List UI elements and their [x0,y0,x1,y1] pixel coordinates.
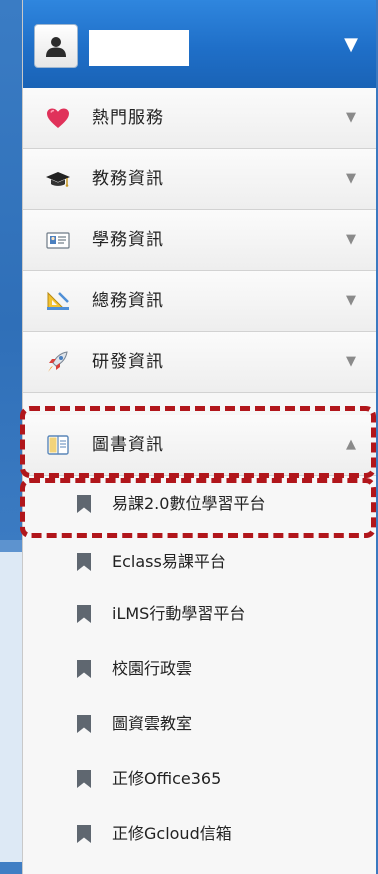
user-dropdown-caret-icon[interactable]: ▼ [344,36,358,54]
chevron-down-icon: ▼ [346,171,356,186]
menu-item-label: 研發資訊 [92,352,164,372]
menu-item-popular-services[interactable]: 熱門服務 ▼ [23,88,376,149]
menu-item-label: 總務資訊 [92,291,164,311]
bookmark-icon [76,714,92,734]
bookmark-icon [76,769,92,789]
highlight-library-menu [20,406,376,478]
submenu-item-label: 正修Gcloud信箱 [112,824,232,843]
submenu-item-label: iLMS行動學習平台 [112,604,246,623]
user-header[interactable]: ▼ [23,0,376,88]
menu-item-general-affairs[interactable]: 總務資訊 ▼ [23,271,376,332]
ruler-triangle-icon [45,289,71,313]
menu-item-student-affairs[interactable]: 學務資訊 ▼ [23,210,376,271]
background-page-left [0,0,22,540]
menu-item-research-development[interactable]: 研發資訊 ▼ [23,332,376,393]
graduation-cap-icon [45,167,71,191]
submenu-item-label: 校園行政雲 [112,659,193,678]
submenu-item-eclass[interactable]: Eclass易課平台 [23,534,376,589]
background-page-notch [0,540,22,552]
submenu-item-gcloud-mail[interactable]: 正修Gcloud信箱 [23,806,376,861]
menu-item-academic-affairs[interactable]: 教務資訊 ▼ [23,149,376,210]
menu-item-label: 教務資訊 [92,169,164,189]
highlight-ecourse-item [20,478,376,538]
background-page-bottom [0,862,22,874]
bookmark-icon [76,824,92,844]
rocket-icon [45,350,71,374]
submenu-item-library-cloud-classroom[interactable]: 圖資雲教室 [23,696,376,751]
menu-item-label: 熱門服務 [92,108,164,128]
bookmark-icon [76,659,92,679]
chevron-down-icon: ▼ [346,293,356,308]
chevron-down-icon: ▼ [346,354,356,369]
user-avatar-icon[interactable] [34,24,78,68]
bookmark-icon [76,552,92,572]
username-field[interactable] [89,30,189,66]
submenu-item-label: Eclass易課平台 [112,552,226,571]
chevron-down-icon: ▼ [346,110,356,125]
menu-item-label: 學務資訊 [92,230,164,250]
submenu-item-admin-cloud[interactable]: 校園行政雲 [23,641,376,696]
submenu-item-label: 圖資雲教室 [112,714,193,733]
background-page-lower [0,552,22,862]
id-card-icon [45,228,71,252]
submenu-item-ilms[interactable]: iLMS行動學習平台 [23,586,376,641]
submenu-item-label: 正修Office365 [112,769,222,788]
submenu-item-office365[interactable]: 正修Office365 [23,751,376,806]
chevron-down-icon: ▼ [346,232,356,247]
bookmark-icon [76,604,92,624]
heart-icon [45,106,71,130]
